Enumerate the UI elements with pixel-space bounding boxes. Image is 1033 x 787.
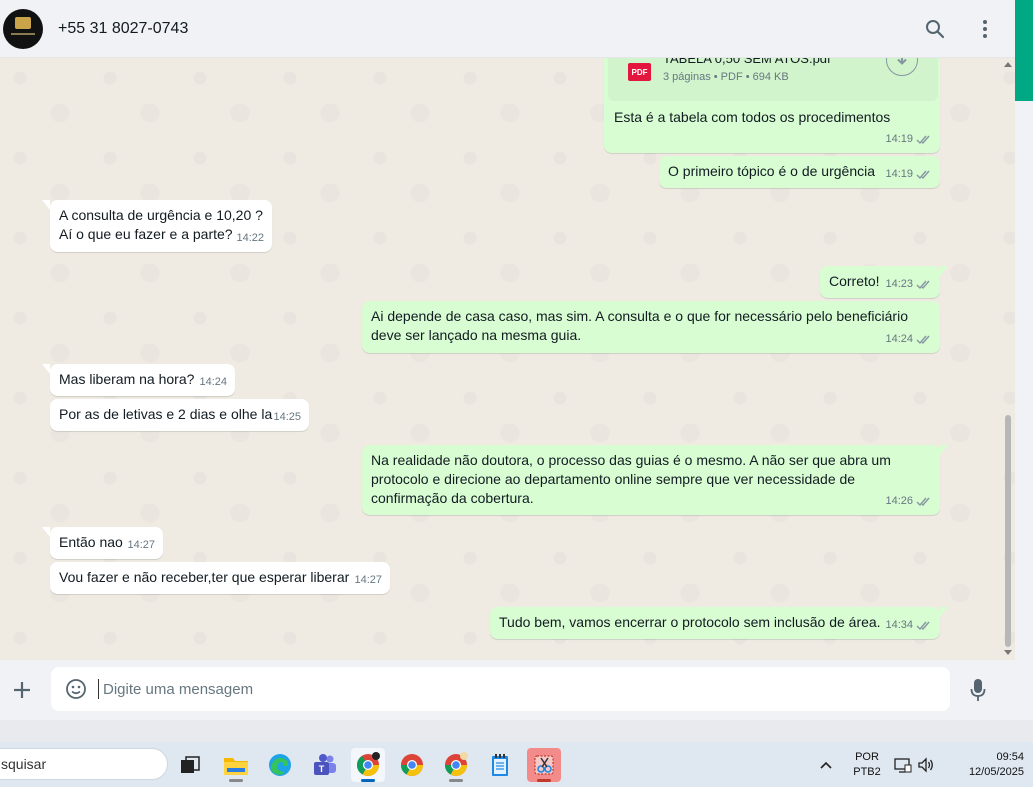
- double-check-icon: [916, 621, 930, 631]
- chrome-icon: [445, 752, 468, 776]
- message-input[interactable]: [98, 679, 918, 699]
- pdf-icon: PDF: [628, 63, 651, 81]
- plus-icon: [14, 682, 30, 698]
- double-check-icon: [916, 280, 930, 290]
- double-check-icon: [916, 135, 930, 145]
- message-time: 14:19: [885, 168, 913, 180]
- notepad-icon: [492, 754, 508, 776]
- chrome-button-active[interactable]: [351, 748, 385, 782]
- download-button[interactable]: [886, 58, 918, 76]
- microphone-icon: [970, 679, 986, 701]
- message-text: Vou fazer e não receber,ter que esperar …: [59, 569, 350, 585]
- contact-avatar[interactable]: [3, 8, 43, 49]
- message-time: 14:24: [199, 376, 227, 388]
- message-bubble[interactable]: Na realidade não doutora, o processo das…: [362, 445, 948, 515]
- chrome-icon: [357, 752, 380, 776]
- search-button[interactable]: [915, 9, 955, 49]
- message-time: 14:23: [885, 278, 913, 290]
- sticker-icon: [66, 679, 86, 699]
- message-bubble[interactable]: O primeiro tópico é o de urgência 14:19: [659, 156, 940, 188]
- notepad-button[interactable]: [483, 748, 517, 782]
- menu-button[interactable]: [965, 9, 1005, 49]
- clock[interactable]: 09:54 12/05/2025: [948, 750, 1024, 780]
- message-time: 14:26: [885, 495, 913, 507]
- message-time: 14:25: [273, 411, 301, 423]
- message-text: Ai depende de casa caso, mas sim. A cons…: [371, 308, 908, 343]
- speaker-icon: [918, 757, 933, 773]
- message-bubble[interactable]: A consulta de urgência e 10,20 ? Aí o qu…: [42, 200, 272, 252]
- message-bubble[interactable]: Então nao 14:27: [42, 527, 163, 559]
- edge-icon: [269, 754, 291, 776]
- task-view-button[interactable]: [173, 748, 207, 782]
- clock-date: 12/05/2025: [968, 766, 1024, 778]
- message-text: Por as de letivas e 2 dias e olhe la: [59, 406, 273, 422]
- chat-header: +55 31 8027-0743: [0, 0, 1015, 58]
- side-panel-strip: [1015, 0, 1033, 720]
- double-check-icon: [916, 335, 930, 345]
- clock-time: 09:54: [996, 751, 1024, 763]
- show-hidden-icons-button[interactable]: [811, 748, 841, 782]
- double-check-icon: [916, 170, 930, 180]
- avatar-logo: [15, 16, 31, 29]
- network-icon: [894, 758, 912, 773]
- message-bubble[interactable]: Por as de letivas e 2 dias e olhe la 14:…: [50, 399, 309, 431]
- message-time: 14:24: [885, 333, 913, 345]
- sticker-button[interactable]: [64, 677, 88, 701]
- document-name: TABELA 0,50 SEM ATOS.pdf: [663, 58, 831, 66]
- chevron-up-icon: [820, 761, 832, 769]
- attach-button[interactable]: [0, 668, 44, 712]
- message-bubble[interactable]: Tudo bem, vamos encerrar o protocolo sem…: [490, 607, 948, 639]
- chrome-profile-button[interactable]: [395, 748, 429, 782]
- svg-text:T: T: [319, 764, 325, 774]
- document-card[interactable]: PDF TABELA 0,50 SEM ATOS.pdf 3 páginas •…: [608, 58, 938, 101]
- message-bubble[interactable]: Vou fazer e não receber,ter que esperar …: [50, 562, 390, 594]
- message-time: 14:22: [236, 232, 264, 244]
- scroll-down-arrow[interactable]: [1004, 650, 1012, 655]
- message-bubble-document[interactable]: PDF TABELA 0,50 SEM ATOS.pdf 3 páginas •…: [604, 58, 940, 153]
- double-check-icon: [916, 497, 930, 507]
- windows-taskbar: squisar T POR PTB2 09:54 12/05/2025: [0, 742, 1033, 787]
- contact-name[interactable]: +55 31 8027-0743: [58, 20, 188, 38]
- teams-button[interactable]: T: [307, 748, 341, 782]
- taskbar-search[interactable]: squisar: [0, 748, 168, 780]
- edge-button[interactable]: [263, 748, 297, 782]
- message-bubble[interactable]: Ai depende de casa caso, mas sim. A cons…: [362, 301, 940, 353]
- message-text: Tudo bem, vamos encerrar o protocolo sem…: [499, 614, 881, 630]
- message-bubble[interactable]: Mas liberam na hora? 14:24: [42, 364, 235, 396]
- teams-icon: T: [314, 754, 336, 775]
- folder-icon: [224, 758, 248, 775]
- download-icon: [897, 58, 907, 65]
- document-meta: 3 páginas • PDF • 694 KB: [663, 71, 789, 83]
- message-input-container: [51, 667, 950, 711]
- message-time: 14:19: [885, 133, 913, 145]
- search-icon: [926, 19, 945, 38]
- voice-message-button[interactable]: [962, 674, 994, 706]
- file-explorer-button[interactable]: [219, 748, 253, 782]
- scroll-up-arrow[interactable]: [1004, 62, 1012, 67]
- snipping-tool-button[interactable]: [527, 748, 561, 782]
- chrome-profile-button-2[interactable]: [439, 748, 473, 782]
- message-text: Na realidade não doutora, o processo das…: [371, 452, 891, 506]
- message-text: Esta é a tabela com todos os procediment…: [614, 109, 891, 125]
- message-bubble[interactable]: Correto! 14:23: [820, 266, 948, 298]
- scrollbar-thumb[interactable]: [1005, 415, 1011, 647]
- snipping-tool-icon: [534, 755, 554, 775]
- message-time: 14:27: [354, 574, 382, 586]
- task-view-icon: [181, 756, 200, 773]
- message-list[interactable]: PDF TABELA 0,50 SEM ATOS.pdf 3 páginas •…: [0, 58, 1015, 660]
- network-status[interactable]: [892, 748, 914, 782]
- message-meta: 14:19: [885, 130, 932, 149]
- more-vertical-icon: [983, 19, 987, 38]
- message-time: 14:27: [127, 539, 155, 551]
- volume-status[interactable]: [915, 748, 937, 782]
- message-time: 14:34: [885, 619, 913, 631]
- chrome-icon: [401, 754, 423, 776]
- composer-bar: [0, 660, 1015, 720]
- input-language-indicator[interactable]: POR PTB2: [847, 750, 887, 780]
